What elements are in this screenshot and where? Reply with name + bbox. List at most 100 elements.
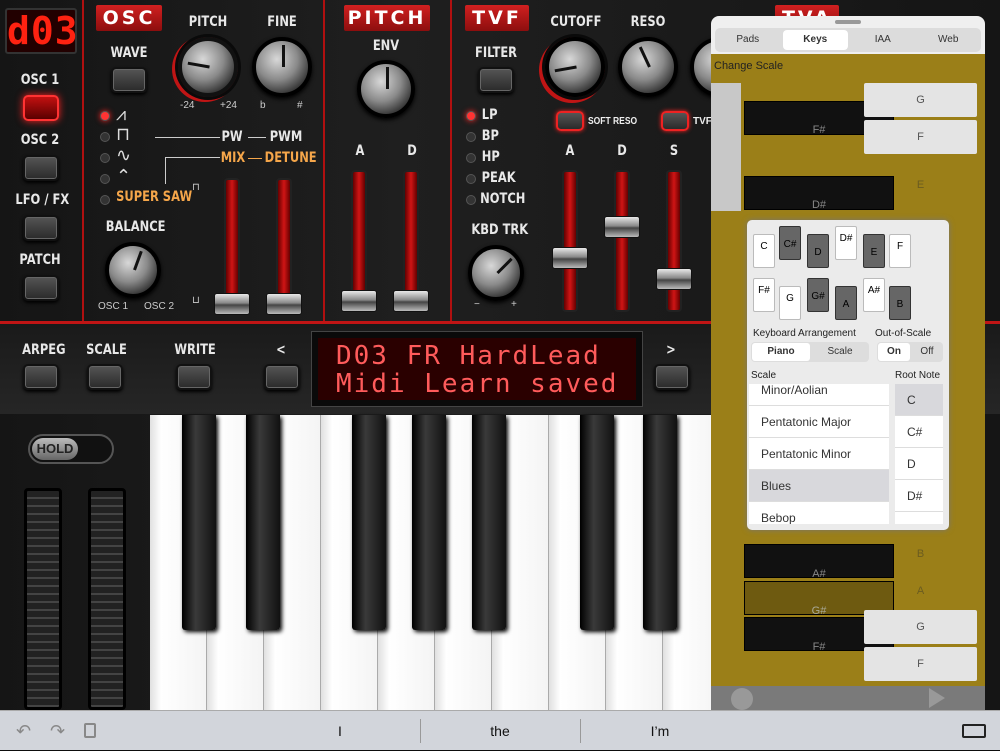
scale-item-pentatonic-minor[interactable]: Pentatonic Minor [749, 438, 889, 470]
scale-key-white[interactable]: F [864, 647, 977, 681]
filter-peak-led[interactable] [466, 174, 476, 184]
scale-item-blues[interactable]: Blues [749, 470, 889, 502]
kbd-trk-knob[interactable] [468, 245, 524, 301]
pitch-d-slider-thumb[interactable] [393, 290, 429, 312]
undo-icon[interactable]: ↶ [16, 721, 31, 742]
tab-keys[interactable]: Keys [782, 30, 848, 50]
scale-key-white[interactable]: F [864, 120, 977, 154]
mini-key-f-sharp[interactable]: F# [753, 278, 775, 312]
tvf-d-slider-track[interactable] [614, 170, 630, 312]
scale-item-minor[interactable]: Minor/Aolian [749, 384, 889, 406]
scale-list[interactable]: Minor/Aolian Pentatonic Major Pentatonic… [749, 384, 889, 524]
pitch-env-knob[interactable] [357, 60, 415, 118]
scale-key-white[interactable]: G [864, 610, 977, 644]
pw-slider-track[interactable] [224, 178, 240, 312]
mini-key-a-sharp[interactable]: A# [863, 278, 885, 312]
suggestion-2[interactable]: the [420, 711, 580, 751]
mini-key-c[interactable]: C [753, 234, 775, 268]
wave-square-led[interactable] [100, 132, 110, 142]
wave-triangle-led[interactable] [100, 174, 110, 184]
osc1-button[interactable] [23, 95, 59, 121]
drag-handle[interactable] [835, 20, 861, 24]
mini-key-c-sharp[interactable]: C# [779, 226, 801, 260]
tab-iaa[interactable]: IAA [850, 28, 916, 52]
arrangement-piano-option[interactable]: Piano [752, 343, 810, 361]
root-item-c-sharp[interactable]: C# [895, 416, 943, 448]
soft-reso-toggle[interactable] [556, 111, 584, 131]
tvf-a-slider-track[interactable] [562, 170, 578, 312]
hold-toggle[interactable]: HOLD [28, 434, 114, 464]
mini-key-d[interactable]: D [807, 234, 829, 268]
scale-key-white[interactable]: E [864, 168, 977, 202]
osc2-button[interactable] [23, 155, 59, 181]
tab-web[interactable]: Web [916, 28, 982, 52]
tvf-s-slider-track[interactable] [666, 170, 682, 312]
arpeg-button[interactable] [23, 364, 59, 390]
mix-slider-thumb[interactable] [266, 293, 302, 315]
black-key[interactable] [643, 415, 677, 630]
paste-icon[interactable] [84, 723, 96, 738]
patch-button[interactable] [23, 275, 59, 301]
wave-supersaw-led[interactable] [100, 195, 110, 205]
root-item-d-sharp[interactable]: D# [895, 480, 943, 512]
mini-key-b[interactable]: B [889, 286, 911, 320]
osc-pitch-knob[interactable] [178, 37, 238, 97]
pw-slider-thumb[interactable] [214, 293, 250, 315]
tvf-a-slider-thumb[interactable] [552, 247, 588, 269]
mix-slider-track[interactable] [276, 178, 292, 312]
filter-hp-led[interactable] [466, 153, 476, 163]
out-of-scale-on-option[interactable]: On [878, 343, 910, 361]
suggestion-1[interactable]: I [260, 711, 420, 751]
wave-button[interactable] [111, 67, 147, 93]
tvf-s-slider-thumb[interactable] [656, 268, 692, 290]
balance-knob[interactable] [105, 242, 161, 298]
filter-lp-led[interactable] [466, 111, 476, 121]
black-key[interactable] [472, 415, 506, 630]
filter-bp-led[interactable] [466, 132, 476, 142]
wave-saw-led[interactable] [100, 111, 110, 121]
keyboard-hide-icon[interactable] [962, 724, 986, 738]
mini-key-e[interactable]: E [863, 234, 885, 268]
scale-key-white[interactable]: B [864, 537, 977, 571]
root-note-list[interactable]: C C# D D# [895, 384, 943, 524]
prev-patch-button[interactable] [264, 364, 300, 390]
suggestion-3[interactable]: I’m [580, 711, 740, 751]
black-key[interactable] [580, 415, 614, 630]
tvf-d-slider-thumb[interactable] [604, 216, 640, 238]
wave-sine-led[interactable] [100, 153, 110, 163]
out-of-scale-off-option[interactable]: Off [911, 342, 943, 362]
scale-button[interactable] [87, 364, 123, 390]
mini-key-f[interactable]: F [889, 234, 911, 268]
scale-item-pentatonic-major[interactable]: Pentatonic Major [749, 406, 889, 438]
scale-key-white[interactable] [711, 83, 741, 211]
mini-key-g-sharp[interactable]: G# [807, 278, 829, 312]
scale-key-white[interactable]: G [864, 83, 977, 117]
mini-key-a[interactable]: A [835, 286, 857, 320]
pitch-a-slider-thumb[interactable] [341, 290, 377, 312]
next-patch-button[interactable] [654, 364, 690, 390]
black-key[interactable] [352, 415, 386, 630]
play-icon[interactable] [929, 688, 945, 708]
tab-pads[interactable]: Pads [715, 28, 781, 52]
write-button[interactable] [176, 364, 212, 390]
cutoff-knob[interactable] [545, 37, 605, 97]
redo-icon[interactable]: ↷ [50, 721, 65, 742]
reso-knob[interactable] [618, 37, 678, 97]
root-item-c[interactable]: C [895, 384, 943, 416]
filter-notch-led[interactable] [466, 195, 476, 205]
arrangement-scale-option[interactable]: Scale [811, 342, 869, 362]
pitch-bend-wheel[interactable] [24, 488, 62, 710]
black-key[interactable] [182, 415, 216, 630]
filter-button[interactable] [478, 67, 514, 93]
modulation-wheel[interactable] [88, 488, 126, 710]
lfo-fx-button[interactable] [23, 215, 59, 241]
root-item-d[interactable]: D [895, 448, 943, 480]
record-icon[interactable] [731, 688, 753, 710]
black-key[interactable] [246, 415, 280, 630]
scale-item-bebop[interactable]: Bebop [749, 502, 889, 524]
mini-key-g[interactable]: G [779, 286, 801, 320]
scale-key-white[interactable]: A [864, 574, 977, 608]
mini-key-d-sharp[interactable]: D# [835, 226, 857, 260]
tvf-toggle[interactable] [661, 111, 689, 131]
black-key[interactable] [412, 415, 446, 630]
